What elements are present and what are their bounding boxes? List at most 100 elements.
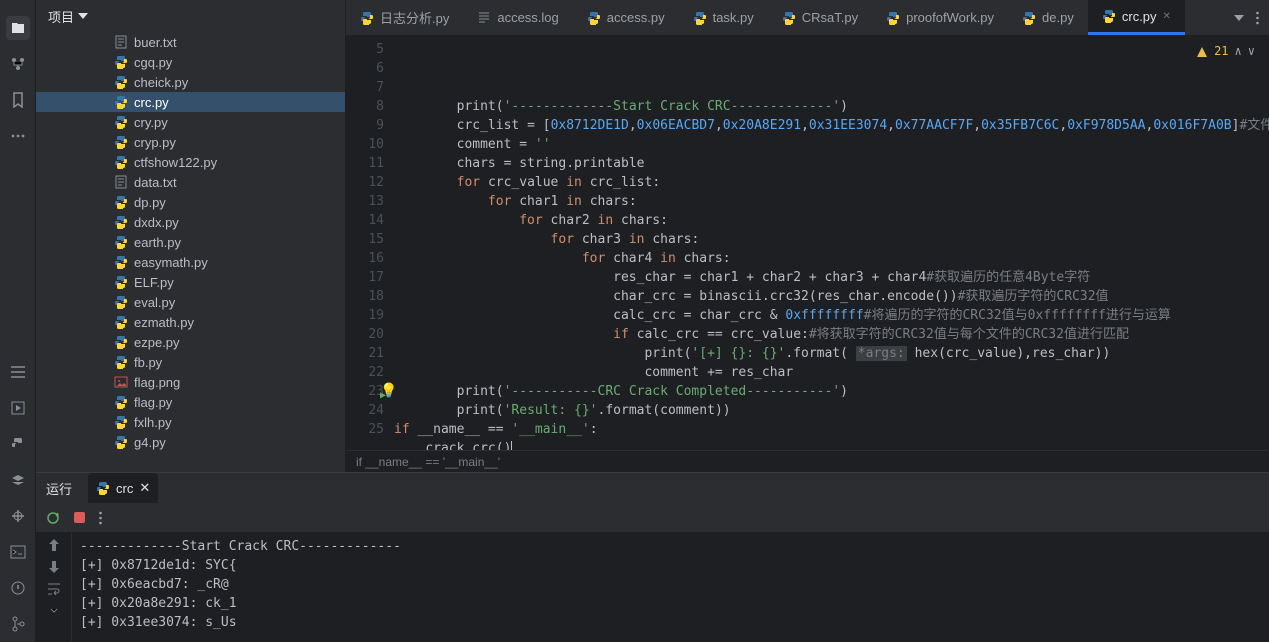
problems-indicator[interactable]: 21 ∧ ∨: [1196, 42, 1255, 61]
chevron-down-icon[interactable]: [1234, 15, 1244, 21]
file-row[interactable]: cheick.py: [36, 72, 345, 92]
line-number[interactable]: 14: [346, 211, 384, 230]
code-line[interactable]: if __name__ == '__main__':: [394, 420, 1269, 439]
code-line[interactable]: print('-------------Start Crack CRC-----…: [394, 97, 1269, 116]
code-line[interactable]: char_crc = binascii.crc32(res_char.encod…: [394, 287, 1269, 306]
services-icon[interactable]: [6, 468, 30, 492]
file-row[interactable]: g4.py: [36, 432, 345, 452]
line-number[interactable]: 18: [346, 287, 384, 306]
file-row[interactable]: buer.txt: [36, 32, 345, 52]
code-line[interactable]: comment = '': [394, 135, 1269, 154]
file-row[interactable]: earth.py: [36, 232, 345, 252]
code-line[interactable]: print('Result: {}'.format(comment)): [394, 401, 1269, 420]
python-console-icon[interactable]: [6, 432, 30, 456]
close-icon[interactable]: ✕: [139, 480, 150, 496]
editor-tab[interactable]: de.py: [1008, 0, 1088, 35]
prev-problem-icon[interactable]: ∧: [1235, 42, 1242, 61]
editor-tab[interactable]: CRsaT.py: [768, 0, 872, 35]
project-panel-header[interactable]: 项目: [36, 0, 345, 32]
line-number[interactable]: 25: [346, 420, 384, 439]
code-line[interactable]: for char3 in chars:: [394, 230, 1269, 249]
code-line[interactable]: comment += res_char: [394, 363, 1269, 382]
run-console[interactable]: -------------Start Crack CRC------------…: [72, 533, 1269, 642]
line-number[interactable]: 9: [346, 116, 384, 135]
file-row[interactable]: flag.py: [36, 392, 345, 412]
problems-icon[interactable]: [6, 576, 30, 600]
down-arrow-icon[interactable]: [49, 561, 59, 573]
line-number[interactable]: 21: [346, 344, 384, 363]
file-row[interactable]: easymath.py: [36, 252, 345, 272]
file-row[interactable]: cryp.py: [36, 132, 345, 152]
file-row[interactable]: ezpe.py: [36, 332, 345, 352]
file-row[interactable]: cgq.py: [36, 52, 345, 72]
code-editor[interactable]: 21 ∧ ∨ print('-------------Start Crack C…: [394, 36, 1269, 450]
line-number[interactable]: 16: [346, 249, 384, 268]
file-row[interactable]: crc.py: [36, 92, 345, 112]
file-tree[interactable]: buer.txtcgq.pycheick.pycrc.pycry.pycryp.…: [36, 32, 345, 472]
line-number[interactable]: 5: [346, 40, 384, 59]
editor-tab[interactable]: crc.py✕: [1088, 0, 1185, 35]
file-row[interactable]: dxdx.py: [36, 212, 345, 232]
editor-tab[interactable]: proofofWork.py: [872, 0, 1008, 35]
expand-icon[interactable]: [49, 605, 59, 615]
code-line[interactable]: print('-----------CRC Crack Completed---…: [394, 382, 1269, 401]
stop-icon[interactable]: [74, 512, 85, 523]
line-number[interactable]: 6: [346, 59, 384, 78]
code-line[interactable]: for crc_value in crc_list:: [394, 173, 1269, 192]
code-line[interactable]: chars = string.printable: [394, 154, 1269, 173]
line-number[interactable]: 11: [346, 154, 384, 173]
file-row[interactable]: fxlh.py: [36, 412, 345, 432]
line-number[interactable]: 17: [346, 268, 384, 287]
run-tool-icon[interactable]: [6, 396, 30, 420]
debug-icon[interactable]: [6, 504, 30, 528]
breadcrumb[interactable]: if __name__ == '__main__': [346, 450, 1269, 472]
line-number[interactable]: 20: [346, 325, 384, 344]
up-arrow-icon[interactable]: [49, 539, 59, 551]
code-line[interactable]: for char1 in chars:: [394, 192, 1269, 211]
structure-icon[interactable]: [6, 52, 30, 76]
list-icon[interactable]: [6, 360, 30, 384]
line-number[interactable]: 22: [346, 363, 384, 382]
more-icon[interactable]: [99, 511, 102, 525]
code-line[interactable]: for char2 in chars:: [394, 211, 1269, 230]
run-gutter-icon[interactable]: ▶: [380, 386, 386, 405]
line-number[interactable]: 8: [346, 97, 384, 116]
file-row[interactable]: cry.py: [36, 112, 345, 132]
line-gutter[interactable]: 5678910111213141516171819202122232425💡▶: [346, 36, 394, 450]
file-row[interactable]: data.txt: [36, 172, 345, 192]
next-problem-icon[interactable]: ∨: [1248, 42, 1255, 61]
editor-tab[interactable]: access.log: [463, 0, 572, 35]
file-row[interactable]: eval.py: [36, 292, 345, 312]
wrap-icon[interactable]: [47, 583, 61, 595]
code-line[interactable]: print('[+] {}: {}'.format( *args: hex(cr…: [394, 344, 1269, 363]
terminal-icon[interactable]: [6, 540, 30, 564]
project-tool-icon[interactable]: [6, 16, 30, 40]
code-line[interactable]: crc_list = [0x8712DE1D,0x06EACBD7,0x20A8…: [394, 116, 1269, 135]
line-number[interactable]: 23: [346, 382, 384, 401]
file-row[interactable]: ELF.py: [36, 272, 345, 292]
bookmarks-icon[interactable]: [6, 88, 30, 112]
run-title[interactable]: 运行: [46, 479, 72, 498]
line-number[interactable]: 15: [346, 230, 384, 249]
line-number[interactable]: 13: [346, 192, 384, 211]
close-icon[interactable]: ✕: [1163, 11, 1171, 22]
line-number[interactable]: 7: [346, 78, 384, 97]
line-number[interactable]: 19: [346, 306, 384, 325]
file-row[interactable]: dp.py: [36, 192, 345, 212]
file-row[interactable]: fb.py: [36, 352, 345, 372]
code-line[interactable]: for char4 in chars:: [394, 249, 1269, 268]
line-number[interactable]: 12: [346, 173, 384, 192]
more-icon[interactable]: [1256, 11, 1259, 25]
code-line[interactable]: res_char = char1 + char2 + char3 + char4…: [394, 268, 1269, 287]
rerun-icon[interactable]: [46, 511, 60, 525]
file-row[interactable]: ezmath.py: [36, 312, 345, 332]
editor-tab[interactable]: access.py: [573, 0, 679, 35]
code-line[interactable]: calc_crc = char_crc & 0xffffffff#将遍历的字符的…: [394, 306, 1269, 325]
code-line[interactable]: if calc_crc == crc_value:#将获取字符的CRC32值与每…: [394, 325, 1269, 344]
vcs-icon[interactable]: [6, 612, 30, 636]
line-number[interactable]: 24: [346, 401, 384, 420]
run-config-tab[interactable]: crc ✕: [88, 473, 158, 503]
file-row[interactable]: flag.png: [36, 372, 345, 392]
more-icon[interactable]: [6, 124, 30, 148]
editor-tab[interactable]: 日志分析.py: [346, 0, 463, 35]
